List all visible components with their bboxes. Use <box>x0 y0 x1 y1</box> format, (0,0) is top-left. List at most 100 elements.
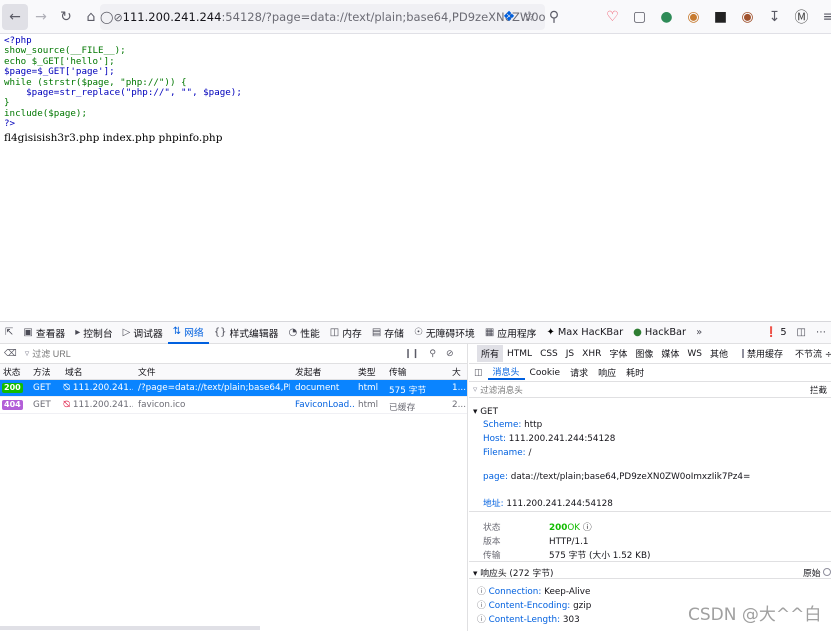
sidebar-toggle-icon[interactable]: ◫ <box>469 368 488 378</box>
tab-debugger[interactable]: ▷ 调试器 <box>118 322 168 344</box>
options-icon[interactable]: ⋯ <box>811 322 831 344</box>
tab-console[interactable]: ▸ 控制台 <box>70 322 117 344</box>
forward-icon[interactable]: → <box>28 4 54 30</box>
filter-other[interactable]: 其他 <box>706 347 732 360</box>
error-icon: ❗ <box>765 327 778 338</box>
tab-accessibility[interactable]: ☉ 无障碍环境 <box>409 322 480 344</box>
tab-max-hackbar[interactable]: ✦ Max HacKBar <box>541 322 628 344</box>
filter-xhr[interactable]: XHR <box>578 349 605 359</box>
help-icon: ⓘ <box>477 615 486 625</box>
version-row: 版本 HTTP/1.1 <box>483 537 589 547</box>
filter-icon: ▿ <box>473 384 478 395</box>
search-icon[interactable]: ⚲ <box>429 349 436 359</box>
menu-icon[interactable]: ≡ <box>816 4 831 30</box>
status-badge: 200 <box>2 383 23 393</box>
filter-js[interactable]: JS <box>562 349 578 359</box>
reload-icon[interactable]: ↻ <box>53 4 79 30</box>
col-file[interactable]: 文件 <box>138 365 156 378</box>
page-output: fl4gisisish3r3.php index.php phpinfo.php <box>4 131 223 144</box>
download-icon[interactable]: ↧ <box>762 4 787 30</box>
code-line: echo $_GET['hello']; <box>4 55 115 67</box>
pocket-icon[interactable]: ♡ <box>600 4 625 30</box>
col-initiator[interactable]: 发起者 <box>295 365 321 378</box>
request-type: html <box>358 383 379 393</box>
col-method[interactable]: 方法 <box>33 365 51 378</box>
tab-memory[interactable]: ◫ 内存 <box>325 322 367 344</box>
col-transfer[interactable]: 传输 <box>389 365 407 378</box>
filter-css[interactable]: CSS <box>536 349 562 359</box>
header-content-encoding: ⓘ Content-Encoding: gzip <box>477 601 592 611</box>
filter-html[interactable]: HTML <box>503 349 536 359</box>
table-row[interactable]: 404 GET ⦰ 111.200.241.... favicon.ico Fa… <box>0 397 467 414</box>
extension-icon-2[interactable]: ◉ <box>681 4 706 30</box>
tab-network[interactable]: ⇅ 网络 <box>167 322 209 344</box>
horizontal-scrollbar[interactable] <box>0 626 260 630</box>
tab-response[interactable]: 响应 <box>593 366 621 379</box>
help-icon[interactable]: ⓘ <box>583 523 592 533</box>
request-file: /?page=data://text/plain;base64,PD9zeXNf <box>138 383 290 393</box>
request-type: html <box>358 400 379 410</box>
network-icon: ⇅ <box>172 326 182 337</box>
throttle-select[interactable]: 不节流 ÷ <box>792 347 831 360</box>
pause-icon[interactable]: ❙❙ <box>404 349 419 359</box>
search-icon[interactable]: ⚲ <box>541 4 567 30</box>
header-content-length: ⓘ Content-Length: 303 <box>477 615 580 625</box>
style-editor-icon: {} <box>213 327 227 338</box>
filter-ws[interactable]: WS <box>683 349 706 359</box>
back-icon[interactable]: ← <box>2 4 28 30</box>
col-size[interactable]: 大 <box>452 365 461 378</box>
get-section-header[interactable]: ▾ GET <box>473 407 498 417</box>
more-tabs-icon[interactable]: » <box>691 322 707 344</box>
tab-storage[interactable]: ▤ 存储 <box>367 322 409 344</box>
host-row: Host: 111.200.241.244:54128 <box>483 434 616 444</box>
filter-fonts[interactable]: 字体 <box>605 347 631 360</box>
request-domain: ⦰ 111.200.241.... <box>63 400 133 410</box>
extension-icon-1[interactable]: ● <box>654 4 679 30</box>
col-domain[interactable]: 域名 <box>65 365 83 378</box>
request-initiator[interactable]: FaviconLoad... <box>295 400 355 410</box>
tab-timings[interactable]: 耗时 <box>621 366 649 379</box>
table-row[interactable]: 200 GET ⦰ 111.200.241.... /?page=data://… <box>0 380 467 397</box>
extension-icon-4[interactable]: ◉ <box>735 4 760 30</box>
tab-application[interactable]: ▦ 应用程序 <box>480 322 542 344</box>
tab-style-editor[interactable]: {} 样式编辑器 <box>209 322 284 344</box>
filter-images[interactable]: 图像 <box>631 347 657 360</box>
divider <box>469 511 831 512</box>
col-type[interactable]: 类型 <box>358 365 376 378</box>
extension-icon-3[interactable]: ■ <box>708 4 733 30</box>
help-icon: ⓘ <box>477 587 486 597</box>
element-picker-icon[interactable]: ⇱ <box>0 322 18 344</box>
lock-icon[interactable]: ⊘ <box>113 11 122 24</box>
tab-performance[interactable]: ◔ 性能 <box>283 322 324 344</box>
trash-icon[interactable]: ⌫ <box>4 349 17 359</box>
filter-media[interactable]: 媒体 <box>657 347 683 360</box>
col-status[interactable]: 状态 <box>3 365 21 378</box>
status-badge: 404 <box>2 400 23 410</box>
tab-cookies[interactable]: Cookie <box>525 368 566 378</box>
inspector-icon: ▣ <box>23 327 33 338</box>
reader-icon[interactable]: ▢ <box>627 4 652 30</box>
request-table-header: 状态 方法 域名 文件 发起者 类型 传输 大 <box>0 364 467 380</box>
url-bar[interactable]: ◯ ⊘ 111.200.241.244:54128/?page=data://t… <box>100 4 545 30</box>
code-line: show_source(__FILE__); <box>4 45 126 57</box>
dock-icon[interactable]: ◫ <box>792 322 811 344</box>
request-transfer: 575 字节 <box>389 386 427 396</box>
tab-request[interactable]: 请求 <box>565 366 593 379</box>
block-icon[interactable]: ⊘ <box>446 349 454 359</box>
page-content: <?php show_source(__FILE__); echo $_GET[… <box>4 35 824 144</box>
url-filter-input[interactable] <box>32 348 403 359</box>
insecure-icon: ⦰ <box>63 383 71 393</box>
star-icon[interactable]: ☆ <box>516 4 542 30</box>
error-count[interactable]: ❗ 5 <box>760 322 791 344</box>
shield-icon[interactable]: ◯ <box>100 10 113 24</box>
tab-hackbar[interactable]: ● HackBar <box>628 322 691 344</box>
accessibility-icon: ☉ <box>413 327 423 338</box>
filter-all[interactable]: 所有 <box>477 345 504 362</box>
tab-headers[interactable]: 消息头 <box>487 365 525 380</box>
help-icon: ⓘ <box>477 601 486 611</box>
tab-inspector[interactable]: ▣ 查看器 <box>18 322 70 344</box>
headers-filter-input[interactable] <box>480 384 781 395</box>
request-transfer: 已缓存 <box>389 403 416 413</box>
block-button[interactable]: 拦截 <box>810 384 827 396</box>
profile-icon[interactable]: Ⓜ <box>789 4 814 30</box>
